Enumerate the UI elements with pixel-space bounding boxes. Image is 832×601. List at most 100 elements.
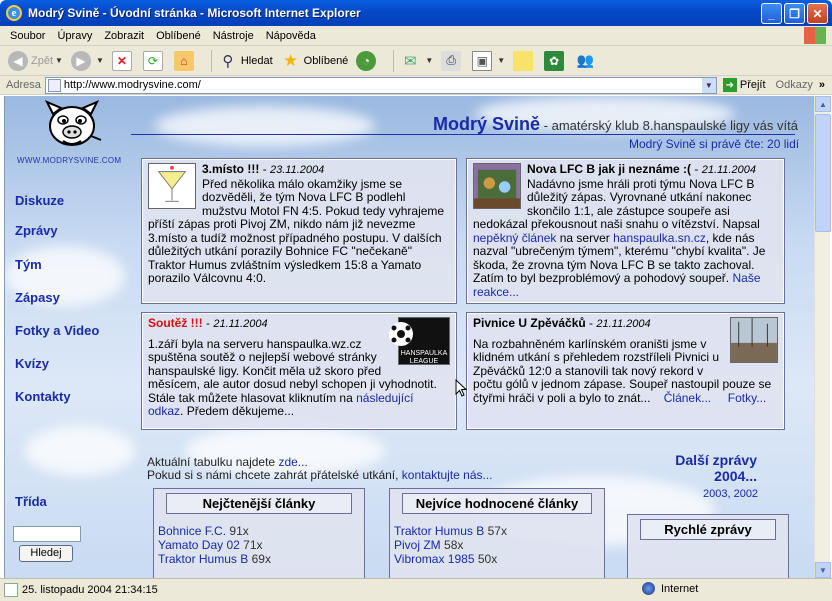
close-button[interactable]: ✕ xyxy=(807,3,828,24)
search-input[interactable] xyxy=(13,526,81,542)
article-link[interactable]: hanspaulka.sn.cz xyxy=(613,231,706,245)
address-input[interactable]: http://www.modrysvine.com/ ▼ xyxy=(44,76,717,94)
nav-item-matches[interactable]: Zápasy xyxy=(15,290,60,305)
edit-button[interactable]: ▣ ▼ xyxy=(472,50,505,71)
menu-help[interactable]: Nápověda xyxy=(260,30,322,42)
windows-logo-icon xyxy=(804,27,826,44)
rating-count: 58x xyxy=(444,538,464,552)
cocktail-icon xyxy=(148,163,196,209)
cloud-decoration xyxy=(155,106,375,146)
article-link[interactable]: Traktor Humus B xyxy=(158,552,248,566)
article-card: Nova LFC B jak ji neznáme :( - 21.11.200… xyxy=(466,158,785,304)
go-label: Přejít xyxy=(739,79,766,91)
forward-dropdown-icon[interactable]: ▼ xyxy=(96,56,104,65)
menu-view[interactable]: Zobrazit xyxy=(98,30,150,42)
archive-years-links[interactable]: 2003, 2002 xyxy=(703,488,758,500)
panel-heading: Rychlé zprávy xyxy=(640,519,776,540)
maximize-button[interactable]: ❐ xyxy=(784,3,805,24)
list-item: Yamato Day 02 71x xyxy=(158,538,360,552)
info-text: Aktuální tabulku najdete zde... Pokud si… xyxy=(147,456,493,482)
refresh-button[interactable]: ⟳ xyxy=(142,50,166,71)
page-status-icon xyxy=(4,583,18,597)
pitch-photo-icon xyxy=(730,317,778,363)
most-read-panel: Nejčtenější články Bohnice F.C. 91x Yama… xyxy=(153,488,365,578)
print-button[interactable]: ⎙ xyxy=(441,50,464,71)
article-title[interactable]: Soutěž !!! xyxy=(148,316,203,330)
nav-item-news[interactable]: Zprávy xyxy=(15,223,58,238)
list-item: Traktor Humus B 69x xyxy=(158,552,360,566)
article-link[interactable]: Bohnice F.C. xyxy=(158,524,226,538)
read-count: 69x xyxy=(251,552,271,566)
search-label: Třída xyxy=(15,494,47,509)
article-link[interactable]: Traktor Humus B xyxy=(394,524,484,538)
panel-heading: Nejčtenější články xyxy=(166,493,352,514)
league-logo-icon: HANSPAULKA LEAGUE xyxy=(388,317,450,365)
more-news-line[interactable]: 2004... xyxy=(667,468,757,484)
nav-item-team[interactable]: Tým xyxy=(15,257,42,272)
nav-item-quizzes[interactable]: Kvízy xyxy=(15,356,49,371)
address-url[interactable]: http://www.modrysvine.com/ xyxy=(64,79,201,91)
favorites-button[interactable]: ★ Oblíbené xyxy=(281,50,348,71)
toolbar-chevron-icon[interactable]: » xyxy=(819,79,825,91)
back-arrow-icon: ◀ xyxy=(8,50,28,71)
menu-favorites[interactable]: Oblíbené xyxy=(150,30,207,42)
article-link[interactable]: Fotky... xyxy=(728,391,766,405)
table-link[interactable]: zde... xyxy=(278,455,307,469)
star-icon: ★ xyxy=(283,50,299,70)
nav-item-discussion[interactable]: Diskuze xyxy=(15,193,64,208)
printer-icon: ⎙ xyxy=(441,50,462,71)
article-date: 21.11.2004 xyxy=(596,318,651,330)
links-button[interactable]: Odkazy xyxy=(776,79,813,91)
site-tagline: - amatérský klub 8.hanspaulské ligy vás … xyxy=(540,118,798,133)
nav-item-photos-video[interactable]: Fotky a Video xyxy=(15,323,99,338)
article-title[interactable]: Pivnice U Zpěváčků xyxy=(473,316,586,330)
scroll-up-icon[interactable]: ▲ xyxy=(815,96,831,112)
mail-dropdown-icon[interactable]: ▼ xyxy=(425,56,433,65)
ball-icon xyxy=(388,322,413,346)
messenger-button[interactable]: 👥 xyxy=(575,51,598,71)
match-photo-icon xyxy=(473,163,521,209)
more-news-line[interactable]: Další zprávy xyxy=(667,452,757,468)
pig-logo-icon[interactable] xyxy=(41,96,103,156)
article-text-part: Na rozbahněném karlínském oraništi jsme … xyxy=(473,336,772,405)
home-button[interactable]: ⌂ xyxy=(173,50,197,71)
logo-url: WWW.MODRYSVINE.COM xyxy=(17,156,122,165)
edit-dropdown-icon[interactable]: ▼ xyxy=(497,56,505,65)
back-button[interactable]: ◀ Zpět ▼ xyxy=(8,50,63,71)
page-icon xyxy=(47,78,61,92)
stop-icon: ✕ xyxy=(111,50,132,71)
scroll-down-icon[interactable]: ▼ xyxy=(815,562,831,578)
article-link[interactable]: Vibromax 1985 xyxy=(394,552,475,566)
mail-button[interactable]: ✉ ▼ xyxy=(400,51,433,71)
readers-counter: Modrý Svině si právě čte: 20 lidí xyxy=(629,137,800,151)
stop-button[interactable]: ✕ xyxy=(111,50,135,71)
article-link[interactable]: nepěkný článek xyxy=(473,231,556,245)
menu-tools[interactable]: Nástroje xyxy=(207,30,260,42)
msn-button[interactable]: ✿ xyxy=(544,50,567,71)
article-link[interactable]: Článek... xyxy=(664,391,711,405)
address-dropdown-icon[interactable]: ▼ xyxy=(701,77,716,93)
more-news-link[interactable]: Další zprávy 2004... xyxy=(667,452,757,484)
site-name: Modrý Svině xyxy=(433,114,541,134)
forward-button[interactable]: ▶ ▼ xyxy=(70,50,104,71)
minimize-button[interactable]: _ xyxy=(761,3,782,24)
article-title[interactable]: Nova LFC B jak ji neznáme :( xyxy=(527,162,691,176)
article-link[interactable]: Pivoj ZM xyxy=(394,538,441,552)
go-button[interactable]: ➜ Přejít xyxy=(722,78,766,92)
back-dropdown-icon[interactable]: ▼ xyxy=(55,56,63,65)
history-button[interactable]: ◔ xyxy=(356,50,379,71)
vertical-scrollbar[interactable]: ▲ ▼ xyxy=(814,96,831,578)
nav-item-contacts[interactable]: Kontakty xyxy=(15,389,71,404)
article-link[interactable]: Yamato Day 02 xyxy=(158,538,240,552)
article-title[interactable]: 3.místo !!! xyxy=(202,162,259,176)
mail-icon: ✉ xyxy=(404,52,417,70)
menu-file[interactable]: Soubor xyxy=(4,30,51,42)
search-button[interactable]: ⚲ Hledat xyxy=(218,51,272,71)
menu-edit[interactable]: Úpravy xyxy=(51,30,98,42)
article-date: 21.11.2004 xyxy=(213,318,268,330)
contact-link[interactable]: kontaktujte nás... xyxy=(402,468,493,482)
scroll-thumb[interactable] xyxy=(815,114,831,232)
status-text: 25. listopadu 2004 21:34:15 xyxy=(22,584,158,596)
search-submit-button[interactable]: Hledej xyxy=(19,545,73,562)
discuss-button[interactable] xyxy=(513,50,536,71)
